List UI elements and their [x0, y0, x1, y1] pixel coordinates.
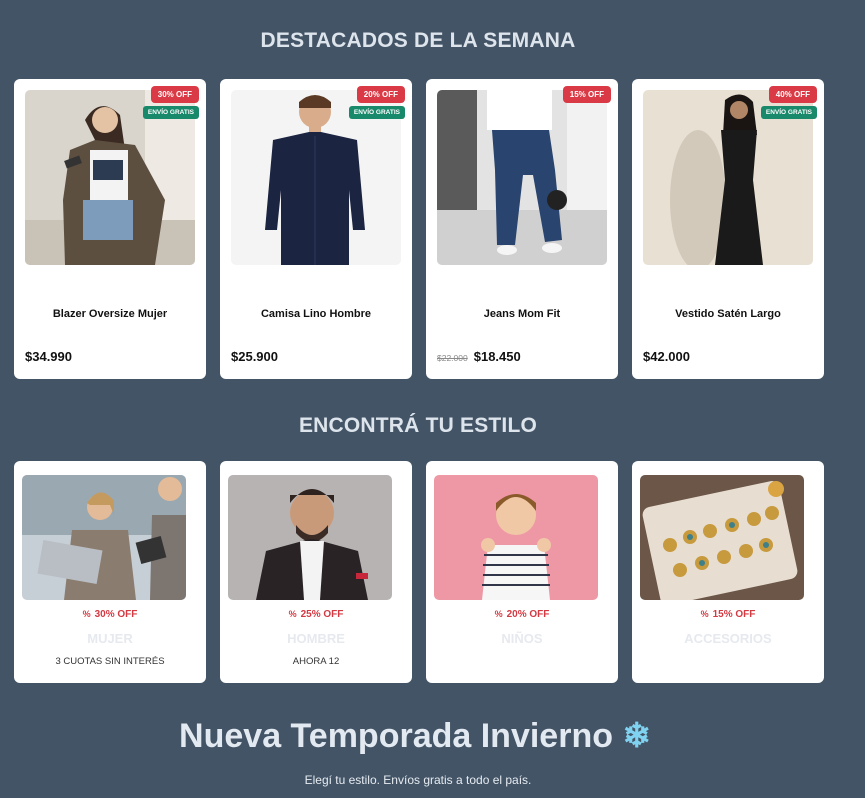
percent-icon: % — [494, 609, 503, 619]
featured-products-row: 30% OFF ENVÍO GRATIS Blazer Oversize Muj… — [14, 79, 824, 379]
percent-icon: % — [288, 609, 297, 619]
product-price: $42.000 — [643, 349, 690, 364]
category-card-ninos[interactable]: % 20% OFF NIÑOS — [426, 461, 618, 683]
product-name[interactable]: Blazer Oversize Mujer — [14, 308, 206, 320]
discount-badge: 40% OFF — [768, 86, 817, 103]
category-image[interactable] — [22, 475, 186, 600]
product-image[interactable] — [437, 90, 607, 265]
category-discount: % 20% OFF — [494, 609, 550, 620]
styles-section-title: ENCONTRÁ TU ESTILO — [298, 414, 538, 437]
hero-subtitle: Elegí tu estilo. Envíos gratis a todo el… — [304, 773, 532, 787]
free-shipping-badge: ENVÍO GRATIS — [348, 106, 405, 119]
free-shipping-badge: ENVÍO GRATIS — [760, 106, 817, 119]
percent-icon: % — [700, 609, 709, 619]
product-name[interactable]: Jeans Mom Fit — [426, 308, 618, 320]
category-discount: % 30% OFF — [82, 609, 138, 620]
category-name[interactable]: HOMBRE — [220, 631, 412, 646]
category-subtitle: AHORA 12 — [292, 656, 340, 667]
product-price-group: $22.000 $18.450 — [437, 349, 521, 364]
style-categories-row: % 30% OFF MUJER 3 CUOTAS SIN INTERÉS % 25%… — [14, 461, 824, 683]
product-price-group: $42.000 — [643, 349, 690, 364]
category-name[interactable]: NIÑOS — [426, 631, 618, 646]
category-image[interactable] — [640, 475, 804, 600]
product-price-group: $25.900 — [231, 349, 278, 364]
product-card[interactable]: 40% OFF ENVÍO GRATIS Vestido Satén Largo… — [632, 79, 824, 379]
product-old-price: $22.000 — [437, 353, 468, 363]
featured-section-title: DESTACADOS DE LA SEMANA — [260, 29, 576, 52]
product-price: $25.900 — [231, 349, 278, 364]
category-image[interactable] — [228, 475, 392, 600]
product-card[interactable]: 15% OFF Jeans Mom Fit $22.000 $18.450 — [426, 79, 618, 379]
product-price: $34.990 — [25, 349, 72, 364]
category-card-hombre[interactable]: % 25% OFF HOMBRE AHORA 12 — [220, 461, 412, 683]
free-shipping-badge: ENVÍO GRATIS — [142, 106, 199, 119]
product-card[interactable]: 20% OFF ENVÍO GRATIS Camisa Lino Hombre … — [220, 79, 412, 379]
snowflake-icon: ❄ — [622, 717, 651, 755]
category-card-mujer[interactable]: % 30% OFF MUJER 3 CUOTAS SIN INTERÉS — [14, 461, 206, 683]
percent-icon: % — [82, 609, 91, 619]
hero-title: Nueva Temporada Invierno ❄ — [0, 716, 830, 756]
product-price: $18.450 — [473, 349, 521, 364]
category-name[interactable]: MUJER — [14, 631, 206, 646]
category-discount: % 15% OFF — [700, 609, 756, 620]
hero-title-text: Nueva Temporada Invierno — [179, 717, 613, 755]
discount-badge: 20% OFF — [356, 86, 405, 103]
category-card-accesorios[interactable]: % 15% OFF ACCESORIOS — [632, 461, 824, 683]
category-image[interactable] — [434, 475, 598, 600]
category-name[interactable]: ACCESORIOS — [632, 631, 824, 646]
product-name[interactable]: Camisa Lino Hombre — [220, 308, 412, 320]
product-name[interactable]: Vestido Satén Largo — [632, 308, 824, 320]
product-card[interactable]: 30% OFF ENVÍO GRATIS Blazer Oversize Muj… — [14, 79, 206, 379]
category-subtitle: 3 CUOTAS SIN INTERÉS — [55, 656, 165, 667]
product-price-group: $34.990 — [25, 349, 72, 364]
discount-badge: 15% OFF — [562, 86, 611, 103]
discount-badge: 30% OFF — [150, 86, 199, 103]
category-discount: % 25% OFF — [288, 609, 344, 620]
